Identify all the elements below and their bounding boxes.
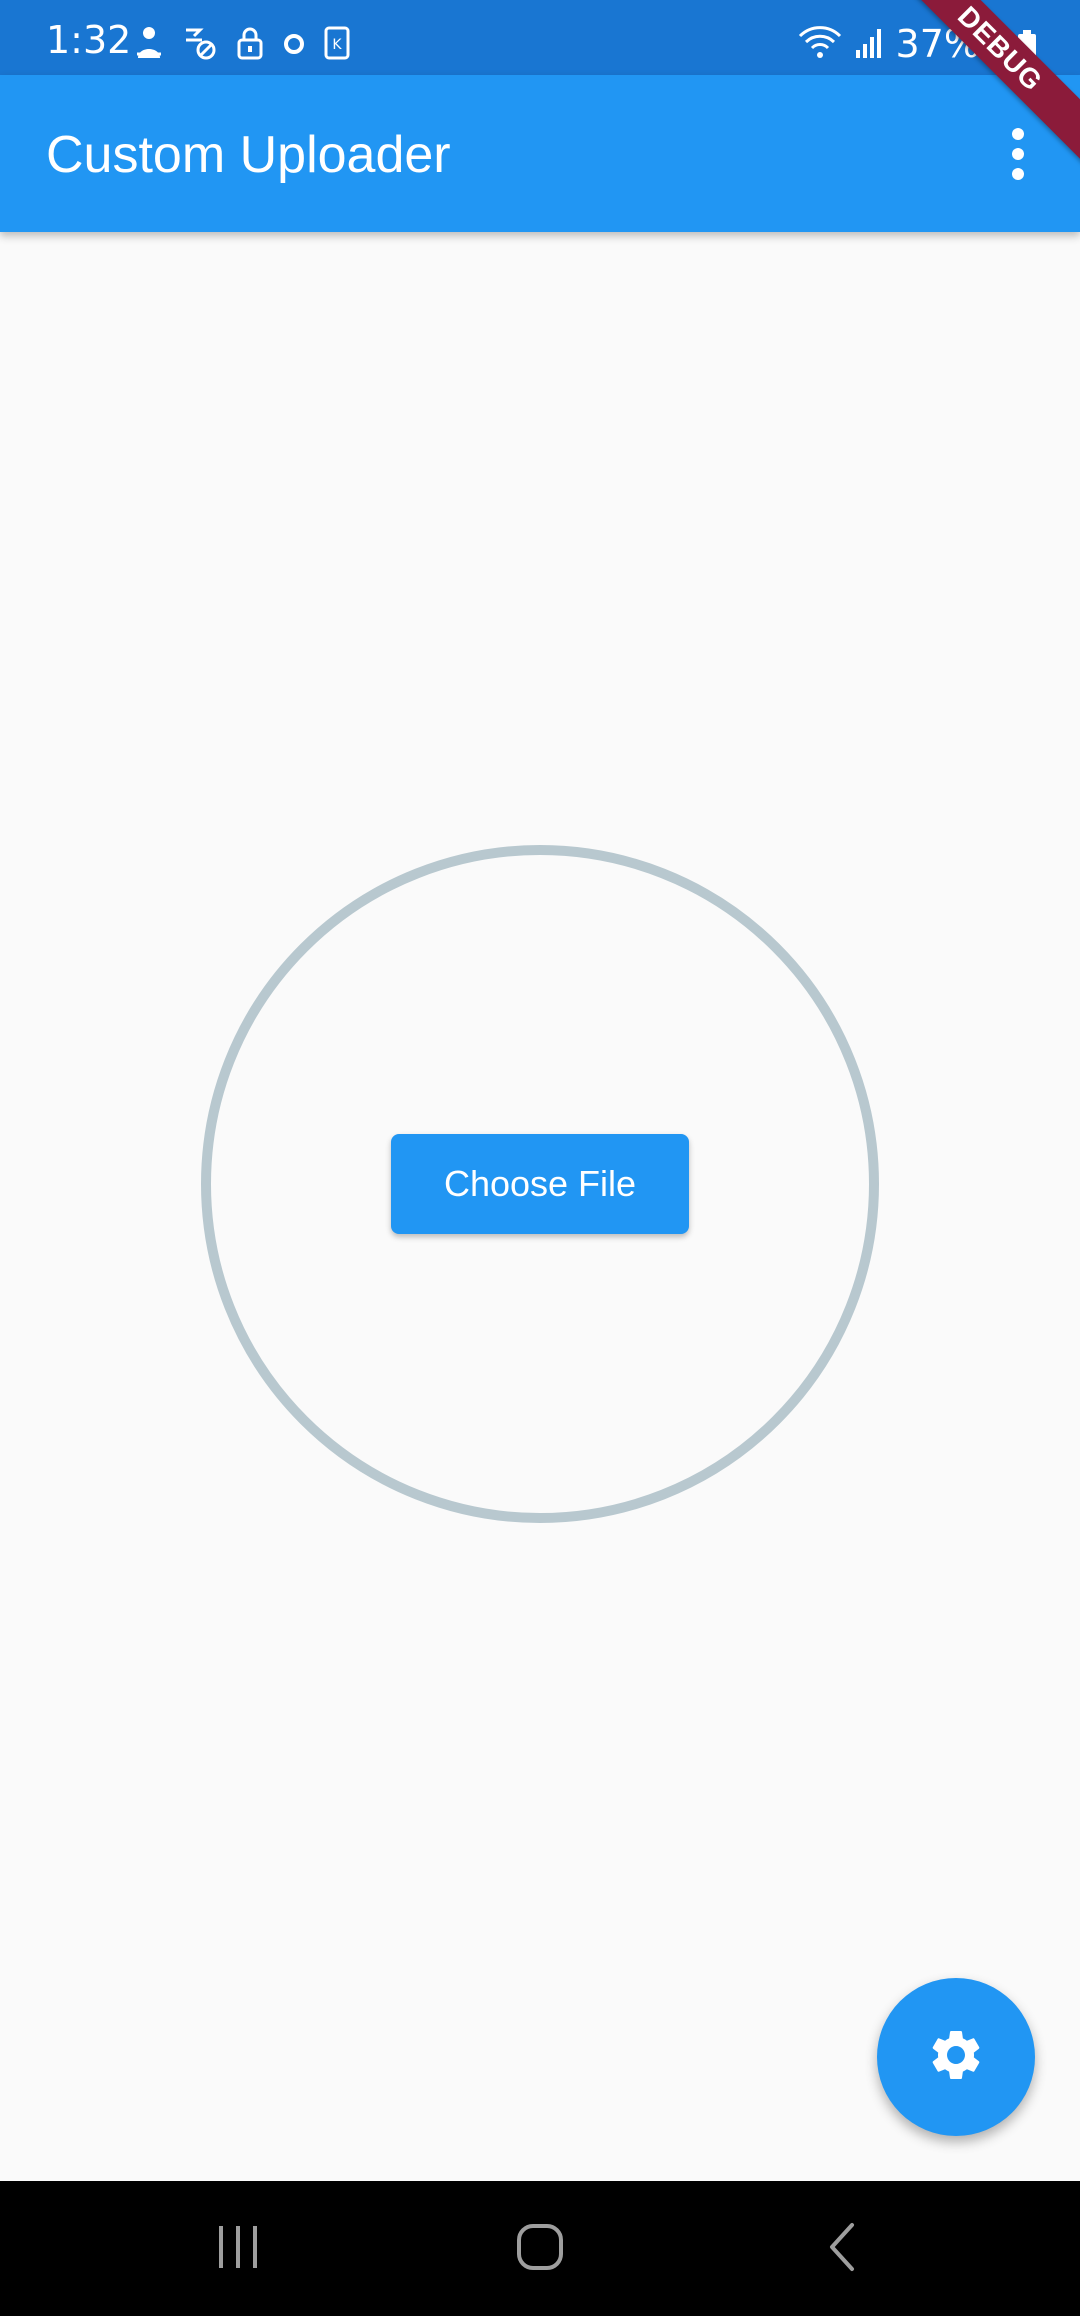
sync-off-icon [182,26,218,64]
settings-icon [926,2025,986,2089]
choose-file-button[interactable]: Choose File [391,1134,689,1234]
back-icon [824,2221,860,2277]
more-dot [1012,148,1024,160]
signal-icon [854,24,884,64]
more-dot [1012,168,1024,180]
app-bar: Custom Uploader [0,75,1080,232]
page-title: Custom Uploader [46,126,451,184]
home-icon [515,2222,565,2276]
wifi-icon [798,24,842,64]
status-left-icons: K [134,26,350,64]
svg-text:K: K [332,37,342,53]
lock-icon [236,26,264,64]
back-button[interactable] [762,2181,922,2316]
more-dot [1012,128,1024,140]
recent-apps-icon [213,2224,263,2274]
home-button[interactable] [460,2181,620,2316]
circle-icon [282,26,306,64]
person-icon [134,26,164,64]
screen: 1:32 K 37% DEBUG Custom Uploader Choose … [0,0,1080,2316]
status-bar: 1:32 K 37% [0,0,1080,75]
nav-bar [0,2181,1080,2316]
recent-apps-button[interactable] [158,2181,318,2316]
k-app-icon: K [324,26,350,64]
status-time: 1:32 [46,18,132,62]
settings-fab[interactable] [877,1978,1035,2136]
